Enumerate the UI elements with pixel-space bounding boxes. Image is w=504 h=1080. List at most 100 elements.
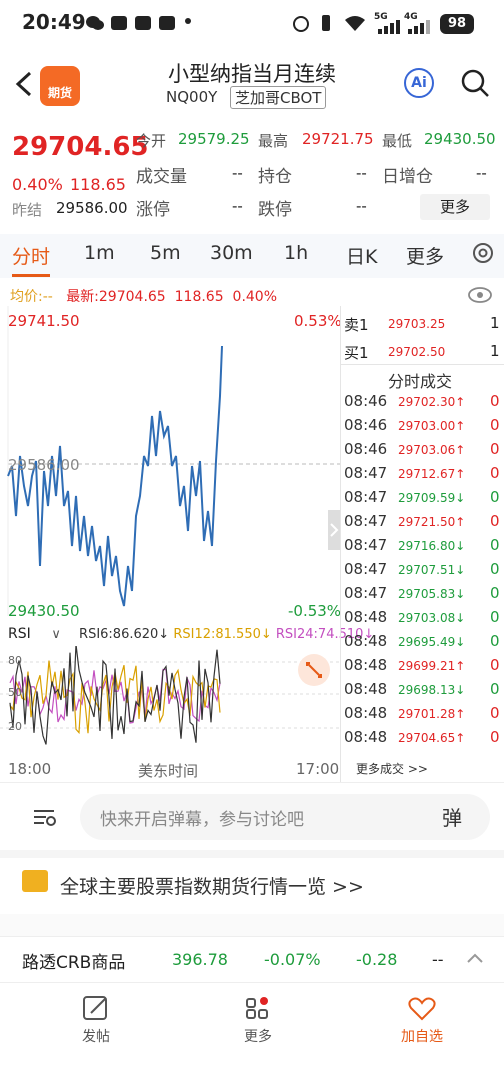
nav-post[interactable]: 发帖: [56, 994, 136, 1046]
tab-daily-k[interactable]: 日K: [346, 242, 377, 269]
bid-volume: 1: [490, 342, 500, 360]
search-icon[interactable]: [460, 68, 490, 98]
tab-30m[interactable]: 30m: [210, 242, 253, 264]
latest-pct: 0.40%: [232, 289, 278, 305]
ask-price: 29703.25: [388, 317, 446, 331]
tick-volume: 0: [490, 608, 500, 626]
rsi-tick-50: 50: [8, 686, 22, 699]
prev-close-label: 昨结: [12, 201, 43, 219]
ticks-title: 分时成交: [388, 372, 453, 391]
open-label: 今开: [136, 132, 167, 150]
app-icon: [134, 15, 152, 31]
vibrate-icon: [318, 14, 334, 32]
expand-icon[interactable]: [298, 654, 330, 686]
tick-volume: 0: [490, 680, 500, 698]
nav-add-favorite[interactable]: 加自选: [382, 994, 462, 1046]
tick-volume: 0: [490, 632, 500, 650]
chart-top-pct: 0.53%: [294, 312, 342, 330]
tick-time: 08:47: [344, 512, 388, 530]
ask-volume: 1: [490, 314, 500, 332]
tab-5m[interactable]: 5m: [150, 242, 181, 264]
tab-more[interactable]: 更多: [406, 242, 444, 269]
rsi-chart[interactable]: [0, 646, 340, 756]
tick-time: 08:48: [344, 680, 388, 698]
low-value: 29430.50: [424, 130, 496, 148]
danmu-filter-icon[interactable]: [30, 805, 58, 829]
time-start: 18:00: [8, 760, 52, 778]
tab-1m[interactable]: 1m: [84, 242, 115, 264]
high-label: 最高: [258, 132, 289, 150]
nav-post-label: 发帖: [82, 1029, 110, 1045]
limit-up-value: --: [232, 197, 243, 215]
limit-down-label: 跌停: [258, 200, 292, 220]
chevron-down-icon[interactable]: ∨: [35, 627, 75, 642]
tick-price: 29703.00↑: [398, 419, 466, 433]
limit-up-label: 涨停: [136, 200, 170, 220]
tick-volume: 0: [490, 512, 500, 530]
tick-volume: 0: [490, 488, 500, 506]
table-row: 08:46 29703.06↑ 0: [344, 440, 504, 462]
last-price: 29704.65: [12, 132, 149, 162]
tab-intraday[interactable]: 分时: [12, 242, 50, 269]
bid-label: 买1: [344, 344, 369, 362]
tick-price: 29699.21↑: [398, 659, 466, 673]
volume-label: 成交量: [136, 167, 187, 187]
tab-1h[interactable]: 1h: [284, 242, 308, 264]
danmu-toggle-button[interactable]: 弹: [442, 802, 462, 831]
tick-volume: 0: [490, 440, 500, 458]
nav-more-label: 更多: [244, 1029, 272, 1045]
more-trades-link[interactable]: 更多成交 >>: [356, 760, 428, 777]
table-row: 08:46 29702.30↑ 0: [344, 392, 504, 414]
eye-icon[interactable]: [468, 286, 492, 304]
tick-price: 29704.65↑: [398, 731, 466, 745]
global-index-link[interactable]: 全球主要股票指数期货行情一览 >>: [60, 872, 364, 899]
tick-time: 08:47: [344, 584, 388, 602]
chart-bottom-price: 29430.50: [8, 602, 80, 620]
chart-info-line: 均价:-- 最新:29704.65 118.65 0.40%: [10, 286, 277, 306]
status-time: 20:49: [22, 10, 86, 34]
table-row: 08:47 29709.59↓ 0: [344, 488, 504, 510]
tick-time: 08:47: [344, 464, 388, 482]
active-tab-indicator: [12, 274, 50, 277]
section-gap: [0, 850, 504, 858]
rsi-header: RSI ∨ RSI6:86.620↓ RSI12:81.550↓ RSI24:7…: [8, 626, 374, 642]
tick-volume: 0: [490, 656, 500, 674]
latest-price: 最新:29704.65: [66, 289, 166, 305]
nav-fav-label: 加自选: [401, 1029, 443, 1045]
chevron-up-icon[interactable]: [466, 952, 484, 964]
tick-time: 08:48: [344, 608, 388, 626]
chart-board-icon: [22, 870, 48, 892]
volume-value: --: [232, 164, 243, 182]
alarm-icon: [292, 14, 310, 32]
change-value: 118.65: [70, 175, 126, 194]
avg-price: 均价:--: [10, 289, 53, 305]
chart-mid-price: 29586.00: [8, 456, 80, 474]
tick-time: 08:46: [344, 440, 388, 458]
tick-time: 08:48: [344, 632, 388, 650]
taobao-icon: [110, 15, 128, 31]
time-zone-label: 美东时间: [138, 762, 199, 780]
daily-oi-label: 日增仓: [382, 167, 433, 187]
tick-price: 29709.59↓: [398, 491, 466, 505]
ai-button[interactable]: Ai: [404, 68, 434, 98]
time-end: 17:00: [296, 760, 340, 778]
wechat-icon: [86, 15, 104, 31]
tick-price: 29707.51↓: [398, 563, 466, 577]
dot-icon: [184, 17, 192, 25]
rsi-tick-20: 20: [8, 720, 22, 733]
table-row: 08:48 29701.28↑ 0: [344, 704, 504, 726]
quote-more-button[interactable]: 更多: [420, 194, 490, 220]
table-row: 08:47 29705.83↓ 0: [344, 584, 504, 606]
gear-icon[interactable]: [470, 240, 496, 266]
change-percent: 0.40%: [12, 175, 63, 194]
chart-collapse-handle[interactable]: [328, 510, 340, 550]
signal2-icon: [408, 20, 430, 34]
table-row: 08:48 29704.65↑ 0: [344, 728, 504, 750]
battery-indicator: 98: [440, 14, 474, 34]
nav-more[interactable]: 更多: [218, 994, 298, 1046]
rsi-selector[interactable]: RSI: [8, 626, 31, 642]
tick-volume: 0: [490, 560, 500, 578]
nav-divider: [0, 982, 504, 983]
orderbook-sep: [340, 364, 504, 365]
tick-volume: 0: [490, 704, 500, 722]
